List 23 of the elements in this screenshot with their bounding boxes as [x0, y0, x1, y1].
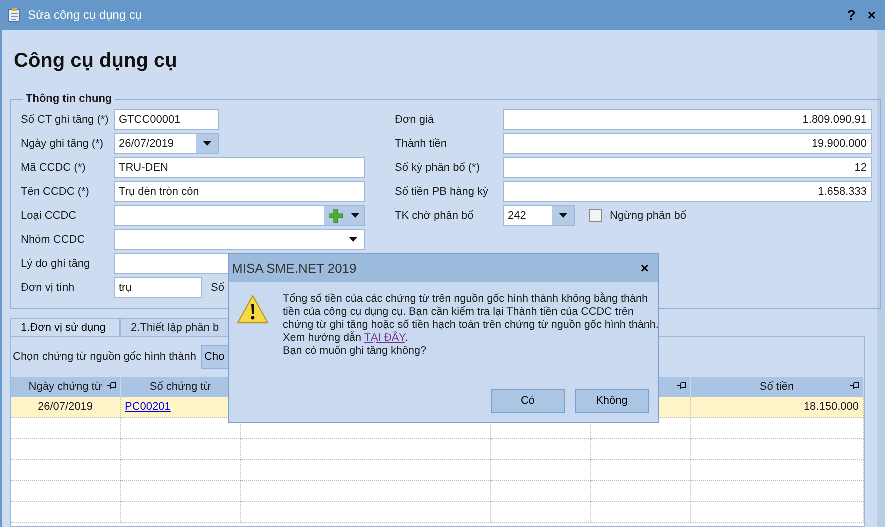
field-label: Đơn vị tính	[21, 282, 76, 294]
field-label: Số CT ghi tăng (*)	[21, 114, 110, 126]
field-label: Số kỳ phân bổ (*)	[395, 162, 481, 174]
field-label: Thành tiền	[395, 138, 448, 150]
checkbox-label: Ngừng phân bổ	[610, 210, 686, 222]
field-label: Lý do ghi tăng	[21, 258, 92, 270]
window-title: Sửa công cụ dụng cụ	[28, 8, 144, 22]
field-label: Đơn giá	[395, 114, 436, 126]
field-label: TK chờ phân bổ	[395, 210, 475, 222]
source-label: Chọn chứng từ nguồn gốc hình thành	[13, 351, 197, 363]
table-cell: 18.150.000	[691, 397, 864, 418]
field-label: Số	[211, 282, 226, 294]
page-heading: Công cụ dụng cụ	[14, 50, 178, 73]
field-label: Loại CCDC	[21, 210, 78, 222]
field-label: Nhóm CCDC	[21, 234, 86, 246]
field-label: Số tiền PB hàng kỳ	[395, 186, 490, 198]
dialog-title: MISA SME.NET 2019	[232, 260, 358, 276]
dialog-message: Tổng số tiền của các chứng từ trên nguồn gốc hình thành không bằng thành tiền của công cụ dụng cụ. Bạn cần kiểm tra lại Thành tiền của CCDC trên chứng từ ghi tăng hoặc số tiền hạch toán trên chứng từ nguồn gốc hình thành. Xem hướng dẫn TẠI ĐÂY. Bạn có muốn ghi tăng không?	[283, 293, 659, 358]
field-label: Ngày ghi tăng (*)	[21, 138, 105, 150]
field-label: Tên CCDC (*)	[21, 186, 90, 198]
field-label: Mã CCDC (*)	[21, 162, 87, 174]
table-cell: 26/07/2019	[11, 397, 121, 418]
group-title: Thông tin chung	[25, 93, 114, 105]
